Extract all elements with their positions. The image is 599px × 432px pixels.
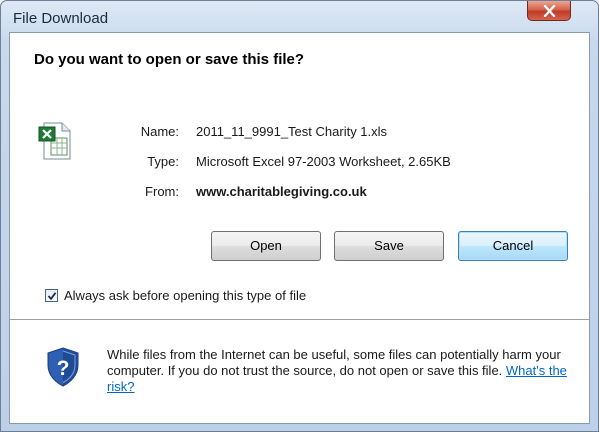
divider [10,319,589,321]
file-download-window: File Download Do you want to open or sav… [0,0,599,432]
close-icon [543,5,556,17]
file-type-value: Microsoft Excel 97-2003 Worksheet, 2.65K… [196,154,451,169]
close-button[interactable] [527,1,571,21]
file-source-value: www.charitablegiving.co.uk [196,184,367,199]
open-button[interactable]: Open [211,231,321,261]
save-button[interactable]: Save [334,231,444,261]
svg-text:?: ? [57,357,70,380]
window-title: File Download [13,10,109,27]
title-bar[interactable]: File Download [1,1,598,33]
checkmark-icon [47,292,57,301]
security-warning: While files from the Internet can be use… [107,347,577,395]
from-label: From: [145,184,179,199]
always-ask-checkbox[interactable] [45,289,58,302]
shield-question-icon: ? [46,347,80,392]
cancel-button[interactable]: Cancel [458,231,568,261]
name-label: Name: [140,124,179,139]
type-label: Type: [147,154,179,169]
excel-file-icon [38,121,74,166]
file-name-value: 2011_11_9991_Test Charity 1.xls [196,124,388,139]
warning-text: While files from the Internet can be use… [107,347,561,378]
always-ask-label[interactable]: Always ask before opening this type of f… [64,288,306,303]
dialog-heading: Do you want to open or save this file? [34,51,305,68]
